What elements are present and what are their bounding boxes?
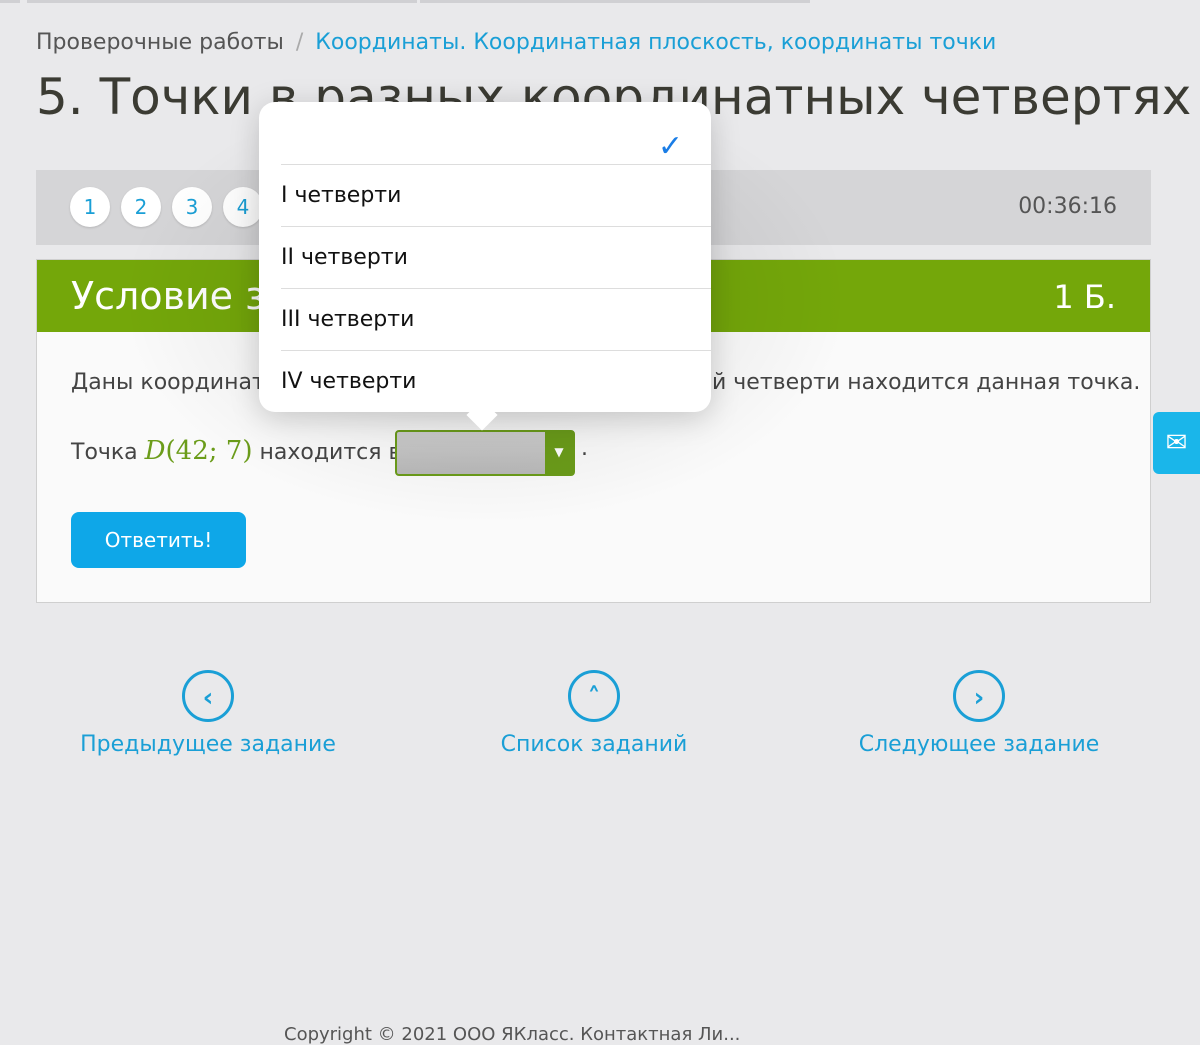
prev-task-link[interactable]: ‹ Предыдущее задание [58, 670, 358, 757]
breadcrumb-root[interactable]: Проверочные работы [36, 30, 284, 55]
dropdown-option-empty[interactable]: ✓ [281, 102, 711, 164]
submit-answer-button[interactable]: Ответить! [71, 512, 246, 568]
trailing-dot: . [581, 436, 588, 461]
task-points: 1 Б. [1053, 278, 1116, 316]
breadcrumb-separator: / [295, 30, 304, 55]
progress-segment [27, 0, 417, 3]
footer-copyright: Copyright © 2021 ООО ЯКласс. Контактная … [284, 1024, 741, 1045]
point-formula: D(42; 7) [145, 436, 253, 466]
breadcrumb: Проверочные работы / Координаты. Координат… [36, 30, 996, 55]
chevron-left-icon[interactable]: ‹ [182, 670, 234, 722]
task-card-title: Условие за [71, 274, 289, 318]
task-list-link[interactable]: ˄ Список заданий [444, 670, 744, 757]
mail-icon[interactable]: ✉ [1153, 412, 1200, 474]
point-statement: Точка D(42; 7) находится в [71, 436, 401, 466]
task-list-label[interactable]: Список заданий [444, 732, 744, 757]
point-coordinates: (42; 7) [165, 436, 253, 466]
chevron-right-icon[interactable]: › [953, 670, 1005, 722]
task-number-1[interactable]: 1 [70, 187, 110, 227]
dropdown-option-2[interactable]: II четверти [281, 226, 711, 288]
point-prefix: Точка [71, 440, 138, 465]
task-number-4[interactable]: 4 [223, 187, 263, 227]
task-number-2[interactable]: 2 [121, 187, 161, 227]
point-suffix: находится в [259, 440, 402, 465]
task-number-3[interactable]: 3 [172, 187, 212, 227]
question-text-end: й четверти находится данная точка. [712, 370, 1141, 395]
chevron-down-icon[interactable]: ▼ [545, 432, 573, 474]
progress-segment [420, 0, 810, 3]
next-task-link[interactable]: › Следующее задание [829, 670, 1129, 757]
point-name: D [144, 436, 166, 466]
dropdown-option-1[interactable]: I четверти [281, 164, 711, 226]
prev-task-label[interactable]: Предыдущее задание [58, 732, 358, 757]
next-task-label[interactable]: Следующее задание [829, 732, 1129, 757]
dropdown-option-3[interactable]: III четверти [281, 288, 711, 350]
quarter-dropdown-popover: ✓ I четверти II четверти III четверти IV… [259, 102, 711, 431]
chevron-up-icon[interactable]: ˄ [568, 670, 620, 722]
timer: 00:36:16 [1018, 194, 1117, 219]
question-text-start: Даны координат [71, 370, 265, 395]
dropdown-option-4[interactable]: IV четверти [281, 350, 711, 412]
breadcrumb-current[interactable]: Координаты. Координатная плоскость, коор… [315, 30, 996, 55]
top-progress-bar [0, 0, 1200, 4]
quarter-select[interactable]: ▼ [395, 430, 575, 476]
progress-segment [0, 0, 20, 3]
